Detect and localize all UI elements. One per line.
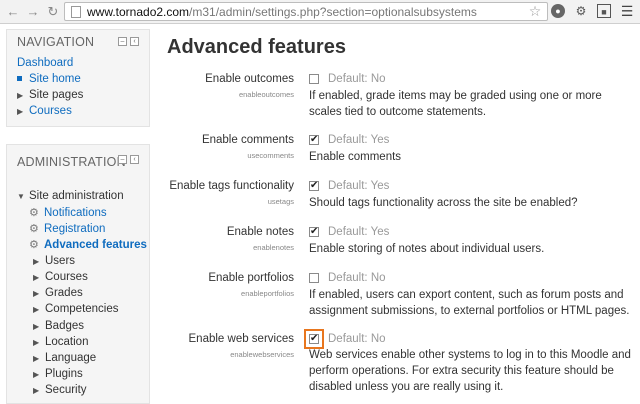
collapse-triangle-icon: ▼ (17, 192, 25, 201)
checkbox-usetags[interactable]: ✔ (309, 181, 319, 191)
page-title: Advanced features (167, 36, 346, 58)
collapse-block-icon[interactable]: ‹ (130, 37, 139, 46)
setting-label-enablenotes: Enable notes (226, 226, 294, 238)
nav-item-courses[interactable]: ▶ Courses (33, 271, 88, 283)
extension-icon[interactable]: ⚙ (574, 4, 588, 18)
expand-triangle-icon: ▶ (33, 289, 40, 298)
setting-description-enablenotes: Enable storing of notes about individual… (309, 243, 545, 255)
gear-icon: ⚙ (29, 207, 39, 219)
nav-item-courses[interactable]: ▶ Courses (17, 105, 72, 117)
nav-item-users[interactable]: ▶ Users (33, 255, 75, 267)
extension-circle-icon[interactable]: ● (551, 4, 565, 18)
default-value-enablewebservices: Default: No (328, 333, 386, 345)
checkbox-usecomments[interactable]: ✔ (309, 135, 319, 145)
setting-label-usecomments: Enable comments (201, 134, 294, 146)
setting-label-usetags: Enable tags functionality (169, 180, 294, 192)
default-value-enablenotes: Default: Yes (328, 226, 390, 238)
administration-block: ADMINISTRATION – ‹ ▼ Site administration … (6, 144, 150, 404)
setting-key-enableoutcomes: enableoutcomes (238, 90, 294, 99)
setting-description-usetags: Should tags functionality across the sit… (309, 197, 578, 209)
gear-icon: ⚙ (29, 223, 39, 235)
page-icon (71, 5, 81, 18)
setting-key-enablewebservices: enablewebservices (230, 350, 294, 359)
collapse-block-icon[interactable]: ‹ (130, 155, 139, 164)
navigation-block: NAVIGATION – ‹ Dashboard Site home ▶ Site… (6, 29, 150, 127)
setting-description-enableportfolios: If enabled, users can export content, su… (309, 289, 630, 317)
nav-item-site-pages[interactable]: ▶ Site pages (17, 89, 83, 101)
administration-block-title: ADMINISTRATION (17, 155, 126, 169)
nav-item-language[interactable]: ▶ Language (33, 352, 96, 364)
setting-label-enableoutcomes: Enable outcomes (205, 73, 294, 85)
setting-key-usetags: usetags (267, 197, 294, 206)
nav-item-site-home[interactable]: Site home (17, 73, 81, 85)
expand-triangle-icon: ▶ (33, 354, 40, 363)
setting-label-enableportfolios: Enable portfolios (208, 272, 294, 284)
nav-item-plugins[interactable]: ▶ Plugins (33, 368, 83, 380)
url-path: /m31/admin/settings.php?section=optional… (189, 4, 477, 19)
setting-label-enablewebservices: Enable web services (188, 333, 294, 345)
expand-triangle-icon: ▶ (33, 338, 40, 347)
forward-arrow-icon[interactable]: → (26, 4, 40, 19)
browser-toolbar: ← → ↻ ⌂ www.tornado2.com/m31/admin/setti… (0, 0, 640, 24)
expand-triangle-icon: ▶ (33, 257, 40, 266)
expand-triangle-icon: ▶ (33, 386, 40, 395)
nav-item-notifications[interactable]: ⚙ Notifications (29, 206, 107, 219)
setting-key-enablenotes: enablenotes (253, 243, 294, 252)
bullet-icon (17, 76, 22, 82)
refresh-icon[interactable]: ↻ (46, 4, 60, 19)
default-value-usetags: Default: Yes (328, 180, 390, 192)
bookmark-star-icon[interactable]: ☆ (528, 4, 542, 18)
expand-triangle-icon: ▶ (33, 305, 40, 314)
checkbox-enablewebservices[interactable]: ✔ (309, 334, 319, 344)
nav-item-registration[interactable]: ⚙ Registration (29, 222, 105, 235)
default-value-enableoutcomes: Default: No (328, 73, 386, 85)
expand-triangle-icon: ▶ (17, 107, 24, 116)
checkbox-enableoutcomes[interactable] (309, 74, 319, 84)
checkbox-enableportfolios[interactable] (309, 273, 319, 283)
nav-item-badges[interactable]: ▶ Badges (33, 320, 84, 332)
checkbox-enablenotes[interactable]: ✔ (309, 227, 319, 237)
setting-key-enableportfolios: enableportfolios (241, 289, 294, 298)
setting-description-enableoutcomes: If enabled, grade items may be graded us… (309, 90, 602, 118)
url-host: www.tornado2.com (87, 4, 190, 19)
default-value-usecomments: Default: Yes (328, 134, 390, 146)
nav-item-location[interactable]: ▶ Location (33, 336, 88, 348)
nav-item-site-administration[interactable]: ▼ Site administration (17, 190, 124, 202)
default-value-enableportfolios: Default: No (328, 272, 386, 284)
setting-key-usecomments: usecomments (247, 151, 294, 160)
nav-item-advanced-features[interactable]: ⚙ Advanced features (29, 238, 147, 251)
browser-menu-icon[interactable]: ☰ (620, 4, 634, 18)
expand-triangle-icon: ▶ (33, 322, 40, 331)
gear-icon: ⚙ (29, 239, 39, 251)
expand-triangle-icon: ▶ (17, 91, 24, 100)
navigation-block-title: NAVIGATION (17, 35, 95, 49)
expand-triangle-icon: ▶ (33, 273, 40, 282)
nav-item-competencies[interactable]: ▶ Competencies (33, 303, 119, 315)
setting-description-usecomments: Enable comments (309, 151, 402, 163)
nav-item-dashboard[interactable]: Dashboard (17, 57, 73, 69)
expand-triangle-icon: ▶ (33, 370, 40, 379)
dock-block-icon[interactable]: – (118, 155, 127, 164)
setting-description-enablewebservices: Web services enable other systems to log… (309, 349, 631, 393)
dock-block-icon[interactable]: – (118, 37, 127, 46)
address-bar[interactable]: www.tornado2.com/m31/admin/settings.php?… (64, 2, 548, 21)
back-arrow-icon[interactable]: ← (6, 4, 20, 19)
nav-item-grades[interactable]: ▶ Grades (33, 287, 83, 299)
extension-square-icon[interactable]: ■ (597, 4, 611, 18)
nav-item-security[interactable]: ▶ Security (33, 384, 87, 396)
